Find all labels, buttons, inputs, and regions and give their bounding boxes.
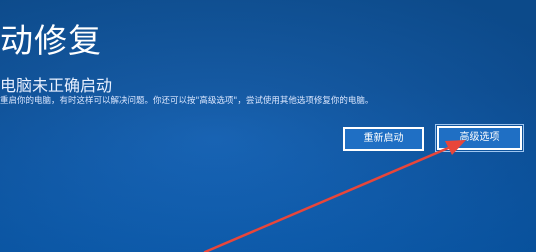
page-subtitle: 电脑未正确启动 bbox=[0, 76, 113, 95]
arrow-shaft bbox=[203, 141, 462, 252]
description-text: 重启你的电脑，有时这样可以解决问题。你还可以按"高级选项"，尝试使用其他选项修复… bbox=[0, 96, 374, 106]
restart-button[interactable]: 重新启动 bbox=[343, 127, 424, 151]
advanced-options-button[interactable]: 高级选项 bbox=[435, 124, 524, 152]
page-title: 动修复 bbox=[0, 21, 102, 60]
